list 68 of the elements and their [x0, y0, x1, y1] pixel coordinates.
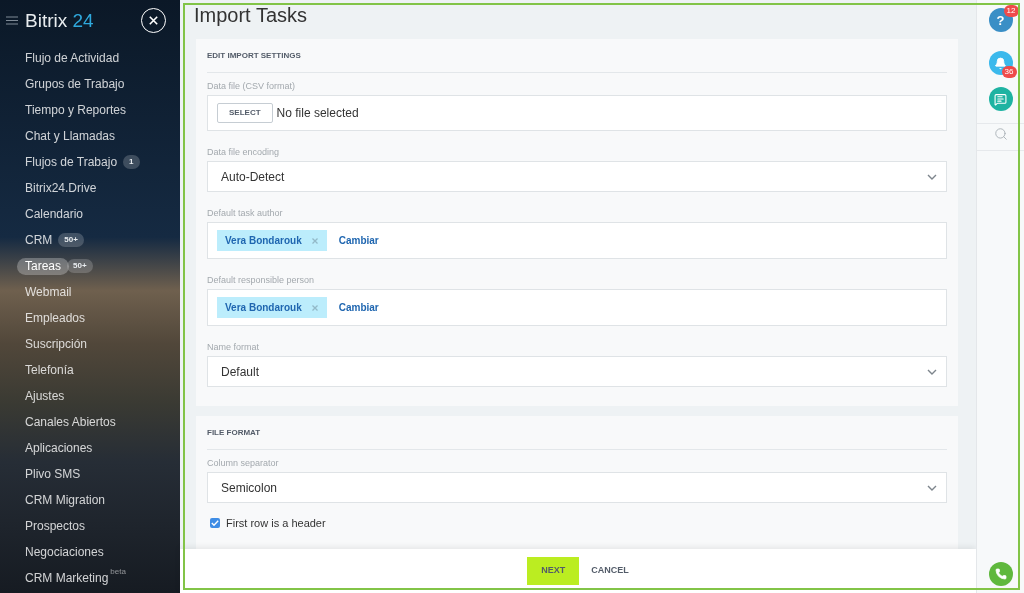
menu-item[interactable]: Chat y Llamadas	[17, 127, 124, 145]
menu-item[interactable]: CRM Migration	[17, 491, 113, 509]
chevron-down-icon	[927, 484, 937, 491]
chevron-down-icon	[927, 368, 937, 375]
menu-item[interactable]: Empleados	[17, 309, 94, 327]
menu-item[interactable]: Bitrix24.Drive	[17, 179, 105, 197]
chat-icon	[994, 92, 1007, 106]
field-label: Data file (CSV format)	[207, 80, 296, 92]
user-tag[interactable]: Vera Bondarouk	[217, 297, 327, 318]
close-icon[interactable]	[311, 304, 318, 311]
close-icon	[149, 15, 158, 25]
menu-item[interactable]: Plivo SMS	[17, 465, 89, 483]
menu-item[interactable]: Suscripción	[17, 335, 96, 353]
counter-badge: 50+	[58, 233, 84, 247]
menu-item[interactable]: Canales Abiertos	[17, 413, 124, 431]
counter-badge: 50+	[67, 259, 93, 273]
bell-icon	[994, 56, 1007, 70]
cancel-button[interactable]: CANCEL	[591, 557, 629, 585]
select-button[interactable]: SELECT	[217, 103, 273, 123]
menu-item[interactable]: Ajustes	[17, 387, 73, 405]
chevron-down-icon	[927, 173, 937, 180]
user-tag[interactable]: Vera Bondarouk	[217, 230, 327, 251]
field-label: Name format	[207, 341, 259, 353]
next-button[interactable]: NEXT	[527, 557, 580, 585]
change-link[interactable]: Cambiar	[338, 300, 379, 315]
close-icon[interactable]	[311, 237, 318, 244]
file-name-text: No file selected	[276, 105, 359, 122]
counter-badge: 1	[123, 155, 140, 169]
field-label: Default responsible person	[207, 274, 315, 286]
menu-item[interactable]: Flujo de Actividad	[17, 49, 128, 67]
menu-icon[interactable]	[6, 15, 18, 25]
checkbox-label: First row is a header	[226, 516, 326, 531]
select-field[interactable]: Default	[207, 356, 947, 387]
user-name: Vera Bondarouk	[225, 301, 302, 315]
counter-badge: 12	[1003, 5, 1019, 17]
notifications-button[interactable]	[988, 51, 1013, 75]
field-label: Column separator	[207, 457, 279, 469]
menu-item[interactable]: Negociaciones	[17, 543, 112, 561]
field-label: Default task author	[207, 207, 283, 219]
checkbox[interactable]	[210, 518, 220, 529]
call-button[interactable]	[988, 562, 1013, 586]
section-title: EDIT IMPORT SETTINGS	[207, 49, 301, 62]
user-name: Vera Bondarouk	[225, 234, 302, 248]
menu-item[interactable]: Tiempo y Reportes	[17, 101, 134, 119]
select-field[interactable]: Semicolon	[207, 472, 947, 503]
logo: Bitrix 24	[25, 10, 94, 30]
menu-item[interactable]: Webmail	[17, 283, 80, 301]
menu-item[interactable]: Calendario	[17, 205, 92, 223]
menu-item[interactable]: Flujos de Trabajo	[17, 153, 126, 171]
check-icon	[211, 520, 219, 527]
menu-item[interactable]: Prospectos	[17, 517, 94, 535]
phone-icon	[994, 568, 1007, 580]
file-field[interactable]: SELECT No file selected	[207, 95, 947, 131]
field-label: Data file encoding	[207, 146, 280, 158]
user-field[interactable]: Vera Bondarouk Cambiar	[207, 289, 947, 326]
menu-item[interactable]: Tareas	[17, 257, 70, 275]
menu-item[interactable]: CRM	[17, 231, 61, 249]
search-icon[interactable]	[993, 127, 1008, 141]
menu-item[interactable]: Grupos de Trabajo	[17, 75, 133, 93]
chat-button[interactable]	[988, 87, 1013, 111]
menu-item[interactable]: Aplicaciones	[17, 439, 101, 457]
change-link[interactable]: Cambiar	[338, 233, 379, 248]
menu-item[interactable]: Telefonía	[17, 361, 82, 379]
tag-label: beta	[110, 567, 126, 577]
select-field[interactable]: Auto-Detect	[207, 161, 947, 192]
page-title: Import Tasks	[193, 3, 307, 28]
section-title: FILE FORMAT	[207, 426, 261, 439]
user-field[interactable]: Vera Bondarouk Cambiar	[207, 222, 947, 259]
